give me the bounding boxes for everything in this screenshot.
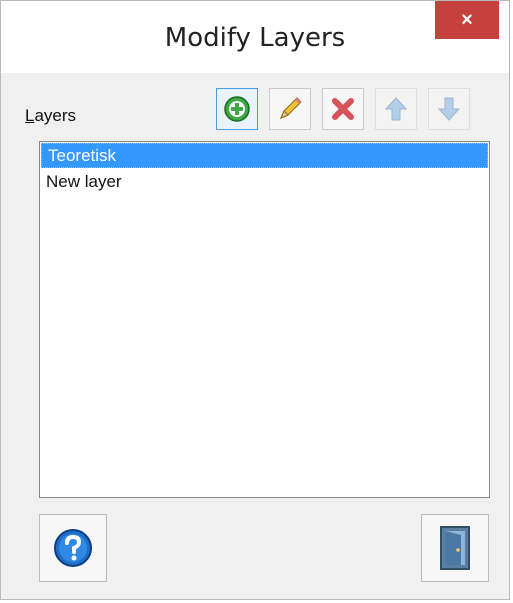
- delete-x-icon: [332, 98, 354, 120]
- delete-layer-button[interactable]: [322, 88, 364, 130]
- move-down-button[interactable]: [428, 88, 470, 130]
- add-layer-button[interactable]: [216, 88, 258, 130]
- layers-list[interactable]: Teoretisk New layer: [39, 141, 490, 498]
- close-button[interactable]: ×: [435, 1, 499, 39]
- edit-layer-button[interactable]: [269, 88, 311, 130]
- layers-label: Layers: [25, 106, 77, 125]
- list-item-new-layer[interactable]: New layer: [40, 169, 489, 194]
- dialog-title: Modify Layers: [164, 23, 346, 53]
- move-down-arrow-icon: [437, 97, 461, 121]
- list-item-teoretisk[interactable]: Teoretisk: [41, 143, 488, 168]
- layer-toolbar: [216, 88, 470, 130]
- exit-door-icon: [440, 526, 470, 570]
- close-icon: ×: [461, 8, 473, 31]
- title-bar[interactable]: Modify Layers ×: [1, 1, 509, 73]
- move-up-button[interactable]: [375, 88, 417, 130]
- help-question-icon: [54, 529, 92, 567]
- add-layer-icon: [224, 96, 250, 122]
- help-button[interactable]: [39, 514, 107, 582]
- exit-button[interactable]: [421, 514, 489, 582]
- modify-layers-dialog: Modify Layers × Layers Teoretisk New lay…: [0, 0, 510, 600]
- move-up-arrow-icon: [384, 97, 408, 121]
- edit-pencil-icon: [280, 97, 302, 119]
